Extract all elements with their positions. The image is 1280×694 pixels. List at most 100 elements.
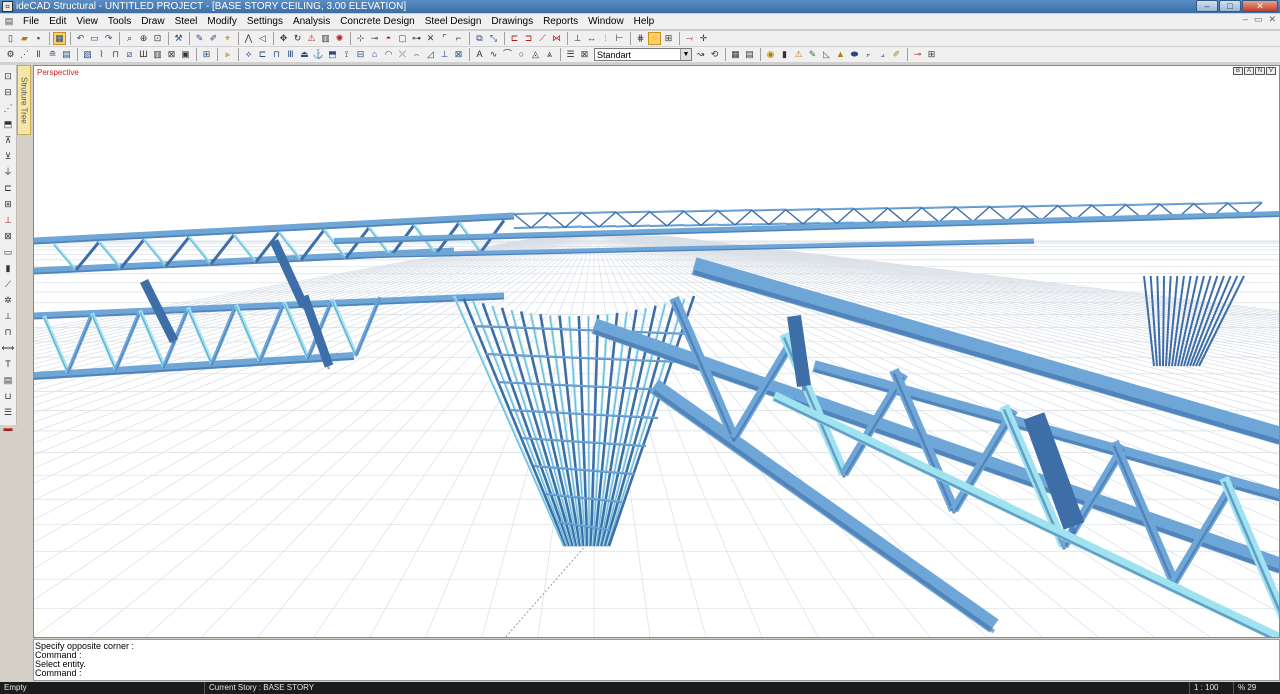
dimension-icon[interactable]: ↔: [585, 32, 598, 45]
zoom-extents-icon[interactable]: ⊡: [151, 32, 164, 45]
pencil-icon[interactable]: ✎: [193, 32, 206, 45]
snap-icon[interactable]: ⚡: [648, 32, 661, 45]
section-view-icon[interactable]: ⟔: [862, 48, 875, 61]
delete-icon[interactable]: ⊸: [911, 48, 924, 61]
refresh-icon[interactable]: ⟲: [708, 48, 721, 61]
chevron-down-icon[interactable]: ▼: [680, 49, 691, 60]
dome-icon[interactable]: ◠: [382, 48, 395, 61]
properties-icon[interactable]: ▦: [729, 48, 742, 61]
status-zoom[interactable]: % 29: [1234, 682, 1274, 694]
cross-icon[interactable]: ✕: [424, 32, 437, 45]
menu-modify[interactable]: Modify: [202, 16, 241, 27]
view-control-n[interactable]: N: [1255, 67, 1265, 75]
hill-icon[interactable]: ◬: [529, 48, 542, 61]
array-icon[interactable]: ▥: [319, 32, 332, 45]
paint-icon[interactable]: ⬬: [848, 48, 861, 61]
node-filter-icon[interactable]: ✲: [2, 294, 15, 307]
menu-help[interactable]: Help: [629, 16, 660, 27]
steel-truss-icon[interactable]: ⊠: [165, 48, 178, 61]
menu-tools[interactable]: Tools: [103, 16, 136, 27]
match-style-icon[interactable]: ↝: [694, 48, 707, 61]
gusset-icon[interactable]: ◿: [424, 48, 437, 61]
command-window[interactable]: Specify opposite corner : Command : Sele…: [33, 639, 1280, 681]
zoom-window-icon[interactable]: ⊕: [137, 32, 150, 45]
polygon-icon[interactable]: ◁: [256, 32, 269, 45]
select-icon[interactable]: ⌖: [221, 32, 234, 45]
anchor-icon[interactable]: ⚓: [312, 48, 325, 61]
clear-filter-icon[interactable]: ▬: [2, 422, 15, 435]
menu-reports[interactable]: Reports: [538, 16, 583, 27]
shell-icon[interactable]: ⊞: [200, 48, 213, 61]
steel-structure-render[interactable]: [34, 66, 1280, 638]
circle-icon[interactable]: ○: [515, 48, 528, 61]
view-control-b[interactable]: B: [1233, 67, 1243, 75]
menu-view[interactable]: View: [71, 16, 103, 27]
mdi-restore-icon[interactable]: ▭: [1254, 14, 1263, 25]
level-icon[interactable]: ⊢: [613, 32, 626, 45]
menu-analysis[interactable]: Analysis: [288, 16, 335, 27]
mdi-close-icon[interactable]: ✕: [1268, 14, 1276, 25]
grid-filter-icon[interactable]: ⊠: [2, 230, 15, 243]
marker-icon[interactable]: ▮: [778, 48, 791, 61]
redo-icon[interactable]: ↷: [102, 32, 115, 45]
splice-icon[interactable]: ⊠: [452, 48, 465, 61]
arc-icon[interactable]: ◓: [382, 32, 395, 45]
extend-icon[interactable]: ⊸: [368, 32, 381, 45]
node-icon[interactable]: ⬒: [326, 48, 339, 61]
menu-draw[interactable]: Draw: [136, 16, 169, 27]
app-icon[interactable]: ⌗: [2, 1, 13, 12]
support-filter-icon[interactable]: ⊓: [2, 326, 15, 339]
align-icon[interactable]: ⫶: [599, 32, 612, 45]
brush-icon[interactable]: ✐: [207, 32, 220, 45]
wall-tool-icon[interactable]: ▤: [60, 48, 73, 61]
column-filter-icon[interactable]: ▮: [2, 262, 15, 275]
save-icon[interactable]: ▪: [32, 32, 45, 45]
stiffener-icon[interactable]: ⊥: [438, 48, 451, 61]
column-icon[interactable]: ⊐: [522, 32, 535, 45]
menu-drawings[interactable]: Drawings: [486, 16, 538, 27]
plan-view-icon[interactable]: ⊟: [2, 86, 15, 99]
brush-tool-icon[interactable]: ✎: [806, 48, 819, 61]
menu-file[interactable]: File: [18, 16, 44, 27]
close-button[interactable]: ✕: [1242, 0, 1278, 12]
minimize-button[interactable]: –: [1196, 0, 1218, 12]
rafter-icon[interactable]: ⊓: [270, 48, 283, 61]
line-icon[interactable]: ⋀: [242, 32, 255, 45]
axis-icon[interactable]: ⊥: [571, 32, 584, 45]
dimension-filter-icon[interactable]: ⟷: [2, 342, 15, 355]
frame-icon[interactable]: ⊞: [2, 198, 15, 211]
menu-window[interactable]: Window: [583, 16, 629, 27]
cube-view-icon[interactable]: ⬒: [2, 118, 15, 131]
document-icon[interactable]: ▤: [0, 16, 18, 27]
print-icon[interactable]: ▭: [88, 32, 101, 45]
grid-table-icon[interactable]: ⊞: [925, 48, 938, 61]
cross-section-icon[interactable]: ✛: [697, 32, 710, 45]
connection-icon[interactable]: ⟟: [340, 48, 353, 61]
layers-icon[interactable]: ☰: [564, 48, 577, 61]
menu-concrete-design[interactable]: Concrete Design: [335, 16, 419, 27]
column-tool-icon[interactable]: Ⅱ: [32, 48, 45, 61]
purlin-icon[interactable]: ⟡: [242, 48, 255, 61]
maximize-button[interactable]: □: [1219, 0, 1241, 12]
layers-filter-icon[interactable]: ☰: [2, 406, 15, 419]
bolt-icon[interactable]: Ⅲ: [284, 48, 297, 61]
angle-icon[interactable]: ◺: [820, 48, 833, 61]
mirror-icon[interactable]: ⚠: [305, 32, 318, 45]
leader-icon[interactable]: ∿: [487, 48, 500, 61]
explode-icon[interactable]: ✺: [333, 32, 346, 45]
style-icon[interactable]: ⊠: [578, 48, 591, 61]
zoom-icon[interactable]: ⌕: [123, 32, 136, 45]
load-icon[interactable]: ⫸: [221, 48, 234, 61]
view-control-v[interactable]: V: [1266, 67, 1276, 75]
break-icon[interactable]: ⊶: [410, 32, 423, 45]
opening-icon[interactable]: ⧄: [123, 48, 136, 61]
foundation-icon[interactable]: ⊓: [109, 48, 122, 61]
scale-icon[interactable]: ⤡: [487, 32, 500, 45]
rectangle-icon[interactable]: ▢: [396, 32, 409, 45]
fillet-icon[interactable]: ⌜: [438, 32, 451, 45]
weld-icon[interactable]: ⏏: [298, 48, 311, 61]
hatch-icon[interactable]: ⋰: [18, 48, 31, 61]
cone-icon[interactable]: ▲: [834, 48, 847, 61]
text-filter-icon[interactable]: T: [2, 358, 15, 371]
cable-icon[interactable]: ⤫: [396, 48, 409, 61]
